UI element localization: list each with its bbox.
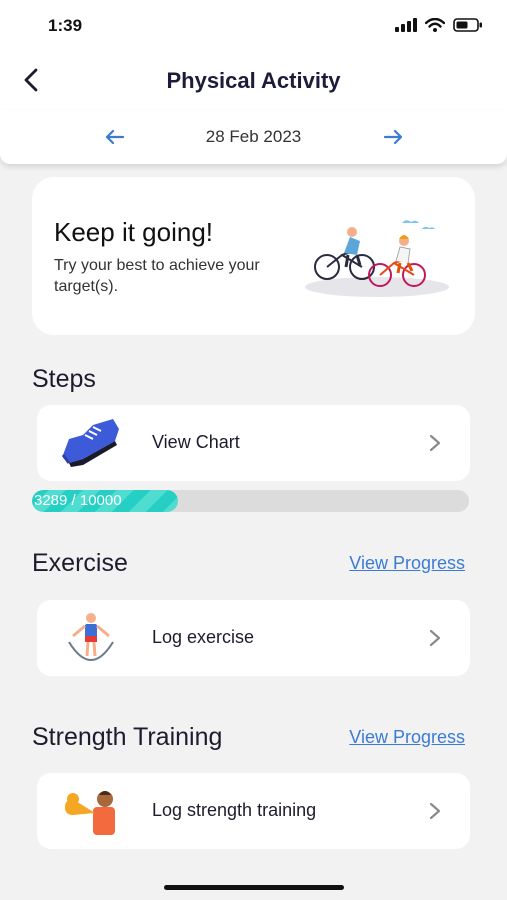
- strength-view-progress-link[interactable]: View Progress: [349, 727, 465, 748]
- strength-section-title: Strength Training: [32, 723, 223, 751]
- arrow-right-icon: [383, 129, 403, 145]
- motivation-title: Keep it going!: [54, 217, 214, 247]
- next-date-button[interactable]: [380, 124, 406, 150]
- status-icons: [395, 18, 483, 32]
- chevron-right-icon: [429, 629, 441, 647]
- exercise-section-title: Exercise: [32, 549, 128, 577]
- chevron-right-icon: [429, 434, 441, 452]
- date-navigation: 28 Feb 2023: [0, 110, 507, 164]
- current-date: 28 Feb 2023: [205, 127, 302, 146]
- header: Physical Activity: [0, 52, 507, 110]
- log-strength-training-row[interactable]: Log strength training: [37, 773, 470, 849]
- battery-icon: [453, 18, 482, 32]
- wifi-icon: [425, 18, 445, 32]
- motivation-card: Keep it going! Try your best to achieve …: [32, 177, 475, 335]
- status-bar: 1:39: [0, 0, 507, 52]
- home-indicator: [164, 885, 344, 890]
- view-chart-label: View Chart: [152, 432, 240, 452]
- log-strength-training-label: Log strength training: [152, 800, 317, 820]
- page-title: Physical Activity: [166, 68, 341, 93]
- view-chart-row[interactable]: View Chart: [37, 405, 470, 481]
- flexed-arm-icon: [65, 791, 115, 835]
- signal-icon: [395, 18, 417, 32]
- cyclists-illustration: [305, 220, 449, 297]
- steps-section-title: Steps: [32, 365, 96, 393]
- motivation-subtitle: Try your best to achieve your target(s).: [54, 257, 260, 295]
- running-shoe-icon: [61, 419, 119, 467]
- status-time: 1:39: [48, 16, 83, 35]
- steps-progress-text: 3289 / 10000: [34, 492, 122, 509]
- log-exercise-label: Log exercise: [152, 627, 255, 647]
- steps-progress-bar: 3289 / 10000: [32, 490, 469, 512]
- jump-rope-icon: [68, 613, 114, 661]
- exercise-view-progress-link[interactable]: View Progress: [349, 553, 465, 574]
- chevron-right-icon: [429, 802, 441, 820]
- log-exercise-row[interactable]: Log exercise: [37, 600, 470, 676]
